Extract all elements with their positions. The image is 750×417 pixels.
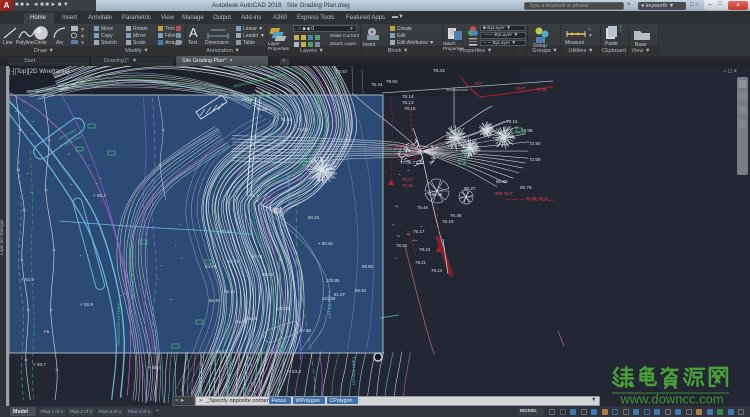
svg-text:LOT SOL UMP: LOT SOL UMP [334, 66, 338, 92]
svg-text:78.28: 78.28 [536, 87, 547, 92]
svg-text:H/W OUT: H/W OUT [494, 191, 513, 196]
svg-text:78.17: 78.17 [402, 177, 414, 182]
svg-text:LOT BOL UMP 2: LOT BOL UMP 2 [352, 357, 356, 385]
svg-text:79.43: 79.43 [241, 97, 253, 102]
svg-text:78.24: 78.24 [396, 243, 408, 248]
svg-text:78.06 78.01: 78.06 78.01 [526, 196, 549, 201]
svg-text:84.15: 84.15 [220, 229, 232, 234]
svg-text:78.28: 78.28 [256, 107, 268, 112]
svg-text:78.15: 78.15 [402, 183, 414, 188]
svg-text:97.01: 97.01 [252, 254, 264, 259]
svg-text:76.16: 76.16 [442, 219, 454, 224]
svg-text:95.04: 95.04 [262, 272, 274, 277]
svg-text:78.13: 78.13 [431, 268, 443, 273]
svg-text:▼: ▼ [80, 34, 85, 40]
svg-text:86.12: 86.12 [224, 289, 236, 294]
svg-text:× 65.4: × 65.4 [148, 365, 161, 370]
svg-text:85.40: 85.40 [209, 298, 221, 303]
svg-text:LOT 40L RMP 2: LOT 40L RMP 2 [328, 291, 332, 318]
svg-text:LOT BOL UMP 5: LOT BOL UMP 5 [286, 174, 291, 205]
svg-text:× 63.8: × 63.8 [21, 277, 34, 282]
svg-text:79.15: 79.15 [506, 119, 518, 124]
svg-text:× 58.9: × 58.9 [80, 302, 93, 307]
svg-text:78.21: 78.21 [415, 260, 427, 265]
svg-text:73.02: 73.02 [297, 127, 309, 132]
svg-text:www.downcc.com: www.downcc.com [619, 392, 723, 407]
svg-text:103.85: 103.85 [326, 278, 340, 283]
svg-text:78.24: 78.24 [419, 247, 431, 252]
svg-text:81.07: 81.07 [334, 292, 346, 297]
svg-text:× 63.7: × 63.7 [33, 362, 46, 367]
svg-text:× 80.2: × 80.2 [93, 193, 106, 198]
svg-text:75.44: 75.44 [371, 82, 383, 87]
svg-text:84.24: 84.24 [205, 264, 217, 269]
svg-text:PB: PB [44, 329, 50, 334]
svg-text:Layer Set Manager: Layer Set Manager [0, 219, 4, 255]
svg-text:72.58: 72.58 [529, 157, 541, 162]
svg-text:78.13: 78.13 [402, 100, 414, 105]
svg-text:80.86: 80.86 [496, 179, 508, 184]
svg-text:78.43: 78.43 [433, 68, 445, 73]
svg-text:[-][Top][2D Wireframe]: [-][Top][2D Wireframe] [9, 68, 70, 75]
svg-text:72.90: 72.90 [529, 141, 541, 146]
svg-text:78.15: 78.15 [404, 106, 416, 111]
svg-text:76.46: 76.46 [450, 213, 462, 218]
svg-text:− □ ×: − □ × [723, 69, 737, 75]
svg-text:97.65: 97.65 [300, 328, 312, 333]
svg-text:84.04: 84.04 [236, 319, 248, 324]
svg-text:77.06 77.12: 77.06 77.12 [400, 160, 425, 165]
svg-text:80.79: 80.79 [520, 185, 532, 190]
svg-text:OUT: OUT [516, 86, 525, 91]
svg-text:× 80.46: × 80.46 [318, 241, 333, 246]
svg-text:85.40: 85.40 [355, 288, 367, 293]
svg-text:× 80.1: × 80.1 [246, 193, 259, 198]
svg-text:76.46: 76.46 [417, 205, 429, 210]
svg-text:× 63.3: × 63.3 [288, 369, 301, 374]
svg-text:78.50: 78.50 [386, 79, 398, 84]
svg-text:98.80: 98.80 [362, 264, 374, 269]
svg-text:100.06: 100.06 [276, 306, 290, 311]
svg-text:85.76: 85.76 [228, 259, 240, 264]
svg-text:OUT: OUT [474, 81, 483, 86]
svg-text:80.27: 80.27 [464, 186, 476, 191]
svg-text:78.15: 78.15 [515, 130, 526, 135]
svg-text:× 80.46: × 80.46 [428, 192, 443, 197]
svg-text:MATCH ELEV OF TRACK SURFACE: MATCH ELEV OF TRACK SURFACE [131, 243, 135, 300]
svg-text:78.46: 78.46 [460, 149, 471, 154]
svg-text:▼: ▼ [80, 41, 85, 46]
svg-text:78.14: 78.14 [402, 94, 414, 99]
svg-text:75.44: 75.44 [280, 117, 292, 122]
svg-text:▼: ▼ [80, 27, 85, 33]
svg-text:SAWCUT ELEV OF TRACK: SAWCUT ELEV OF TRACK [117, 302, 121, 345]
svg-text:90.23: 90.23 [308, 215, 320, 220]
svg-text:76.17: 76.17 [413, 229, 425, 234]
